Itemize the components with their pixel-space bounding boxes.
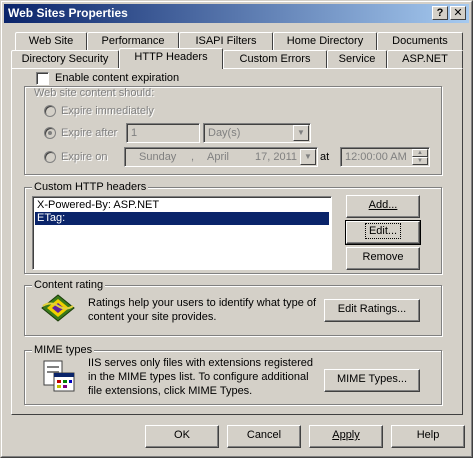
edit-header-button[interactable]: Edit...: [345, 220, 421, 245]
apply-label: Apply: [332, 429, 360, 441]
close-title-button[interactable]: ✕: [450, 6, 466, 20]
expire-after-radio[interactable]: [44, 127, 56, 139]
edit-header-label: Edit...: [364, 223, 402, 239]
content-rating-icon: [41, 294, 75, 322]
ok-label: OK: [174, 429, 190, 441]
expire-after-input[interactable]: 1: [126, 123, 200, 143]
mime-types-button-label: MIME Types...: [336, 373, 408, 385]
apply-button[interactable]: Apply: [309, 425, 383, 448]
expire-unit-value: Day(s): [208, 127, 241, 139]
mime-types-button[interactable]: MIME Types...: [324, 369, 420, 392]
tab-http-headers[interactable]: HTTP Headers: [119, 48, 223, 69]
remove-header-label: Remove: [362, 251, 404, 263]
date-month: April: [207, 151, 230, 163]
edit-ratings-label: Edit Ratings...: [337, 303, 407, 315]
mime-description-line1: IIS serves only files with extensions re…: [88, 357, 313, 369]
http-headers-panel: Enable content expiration Web site conte…: [11, 68, 463, 415]
mime-description-line3: file extensions, click MIME Types.: [88, 385, 253, 397]
cancel-label: Cancel: [246, 429, 282, 441]
list-item[interactable]: X-Powered-By: ASP.NET: [35, 199, 329, 212]
mime-description-line2: in the MIME types list. To configure add…: [88, 371, 309, 383]
add-header-button[interactable]: Add...: [346, 195, 420, 218]
add-header-label: Add...: [368, 199, 398, 211]
tab-asp-net[interactable]: ASP.NET: [387, 50, 463, 68]
custom-headers-list[interactable]: X-Powered-By: ASP.NET ETag:: [32, 196, 332, 270]
help-label: Help: [416, 429, 440, 441]
title-bar[interactable]: Web Sites Properties ? ✕: [4, 4, 469, 23]
window-title: Web Sites Properties: [8, 6, 128, 20]
tab-web-site[interactable]: Web Site: [15, 32, 87, 50]
date-day-year: 17, 2011: [255, 151, 298, 163]
content-should-label: Web site content should:: [34, 87, 155, 99]
enable-expiration-checkbox[interactable]: [36, 72, 49, 85]
time-value: 12:00:00 AM: [345, 151, 407, 163]
edit-ratings-button[interactable]: Edit Ratings...: [324, 299, 420, 322]
rating-description-line2: content your site provides.: [88, 311, 217, 323]
properties-dialog: Web Sites Properties ? ✕ Web Site Perfor…: [0, 0, 473, 458]
at-label: at: [320, 151, 330, 163]
enable-expiration-label: Enable content expiration: [55, 72, 180, 84]
expire-immediately-radio[interactable]: [44, 105, 56, 117]
custom-headers-label: Custom HTTP headers: [32, 181, 149, 193]
content-rating-label: Content rating: [32, 279, 106, 291]
expire-after-label: Expire after: [61, 127, 118, 139]
list-item[interactable]: ETag:: [35, 212, 329, 225]
expire-on-label: Expire on: [61, 151, 108, 163]
mime-types-label: MIME types: [32, 344, 95, 356]
rating-description-line1: Ratings help your users to identify what…: [88, 297, 317, 309]
tab-documents[interactable]: Documents: [377, 32, 463, 50]
tab-home-directory[interactable]: Home Directory: [273, 32, 377, 50]
help-button[interactable]: Help: [391, 425, 465, 448]
date-weekday: Sunday: [139, 151, 177, 163]
expire-immediately-label: Expire immediately: [61, 105, 154, 117]
tab-custom-errors[interactable]: Custom Errors: [223, 50, 327, 68]
spin-up-icon[interactable]: ▲: [412, 149, 428, 157]
expire-date-picker[interactable]: Sunday , April 17, 2011 ▼: [124, 147, 318, 167]
date-separator: ,: [191, 151, 195, 163]
spin-down-icon[interactable]: ▼: [412, 157, 428, 165]
mime-types-icon: [43, 360, 75, 392]
expire-time-input[interactable]: 12:00:00 AM ▲ ▼: [340, 147, 430, 167]
calendar-dropdown-icon[interactable]: ▼: [300, 149, 316, 165]
help-title-button[interactable]: ?: [432, 6, 448, 20]
ok-button[interactable]: OK: [145, 425, 219, 448]
tab-directory-security[interactable]: Directory Security: [11, 50, 119, 68]
chevron-down-icon[interactable]: ▼: [293, 125, 309, 141]
cancel-button[interactable]: Cancel: [227, 425, 301, 448]
expire-unit-select[interactable]: Day(s) ▼: [203, 123, 311, 143]
expire-on-radio[interactable]: [44, 151, 56, 163]
remove-header-button[interactable]: Remove: [346, 247, 420, 270]
tab-service[interactable]: Service: [327, 50, 387, 68]
